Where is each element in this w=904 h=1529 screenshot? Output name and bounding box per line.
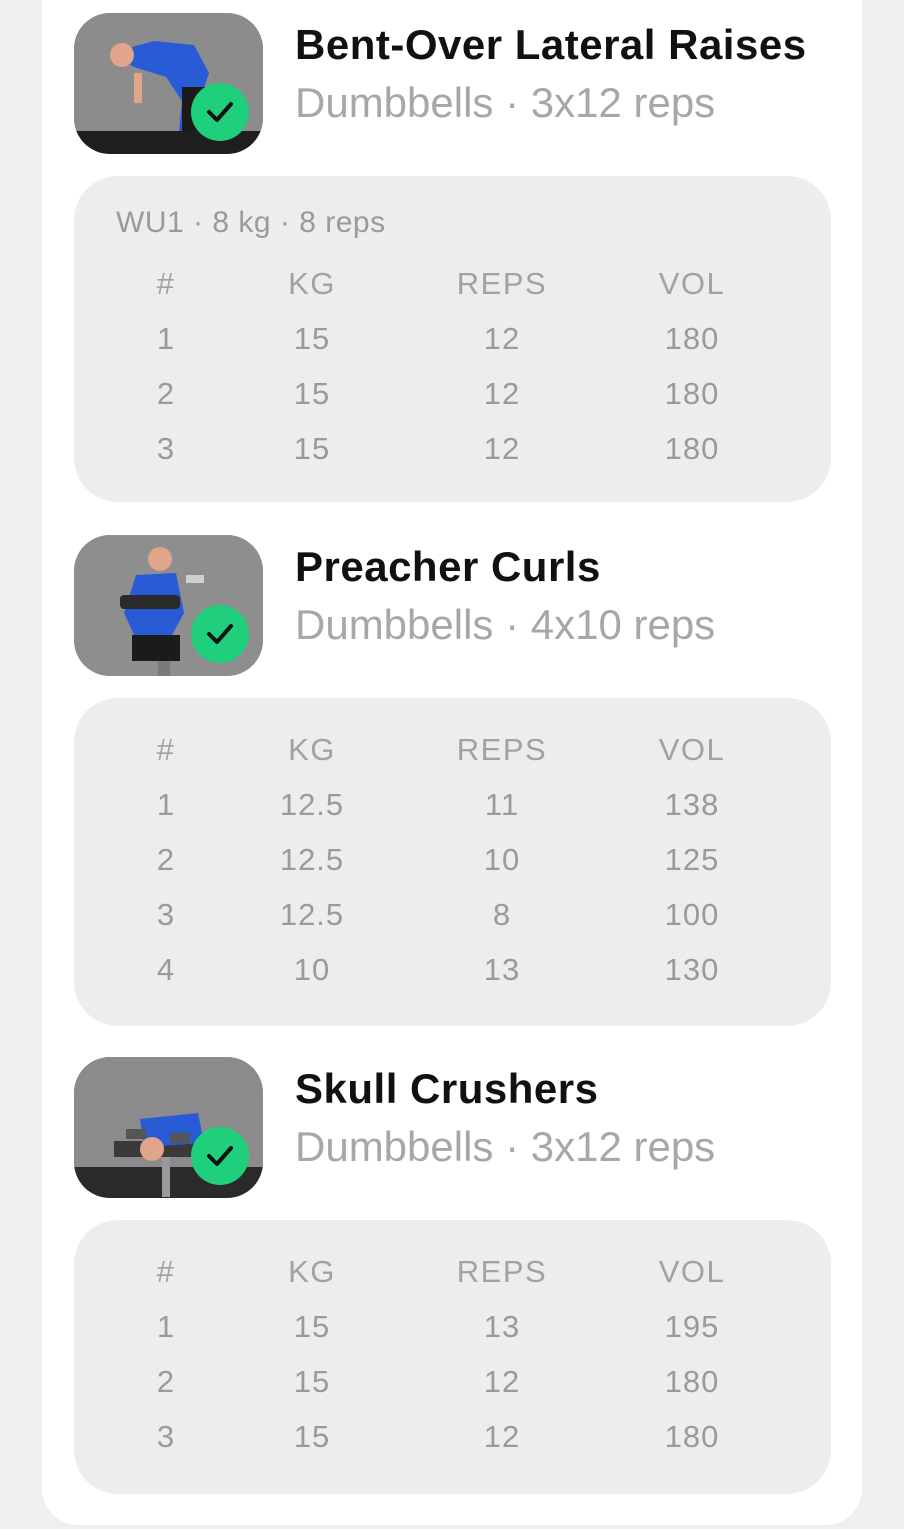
exercise-subtitle: Dumbbells · 3x12 reps [295, 1123, 716, 1170]
exercise-thumbnail[interactable] [74, 535, 263, 676]
table-header-row: # KG REPS VOL [74, 732, 831, 772]
set-kg: 15 [293, 1309, 331, 1344]
set-reps: 12 [483, 431, 521, 466]
exercise-title: Preacher Curls [295, 543, 601, 590]
header-volume: VOL [658, 266, 726, 301]
set-reps: 13 [483, 1309, 521, 1344]
table-row: 2 12.5 10 125 [74, 842, 831, 882]
exercise-block: Bent-Over Lateral Raises Dumbbells · 3x1… [74, 13, 831, 502]
completed-check-badge [191, 83, 249, 141]
header-reps: REPS [456, 732, 548, 767]
set-kg: 10 [293, 952, 331, 987]
sets-table: # KG REPS VOL 1 12.5 11 138 2 12.5 10 12… [74, 698, 831, 1026]
set-volume: 195 [664, 1309, 720, 1344]
exercise-thumbnail[interactable] [74, 13, 263, 154]
set-reps: 12 [483, 1419, 521, 1454]
set-reps: 12 [483, 321, 521, 356]
table-row: 1 12.5 11 138 [74, 787, 831, 827]
table-row: 3 15 12 180 [74, 1419, 831, 1459]
set-volume: 180 [664, 1364, 720, 1399]
sets-table: WU1 · 8 kg · 8 reps # KG REPS VOL 1 15 1… [74, 176, 831, 502]
set-volume: 180 [664, 1419, 720, 1454]
header-reps: REPS [456, 1254, 548, 1289]
completed-check-badge [191, 1127, 249, 1185]
set-volume: 100 [664, 897, 720, 932]
header-reps: REPS [456, 266, 548, 301]
exercise-thumbnail[interactable] [74, 1057, 263, 1198]
set-volume: 138 [664, 787, 720, 822]
exercise-header[interactable]: Bent-Over Lateral Raises Dumbbells · 3x1… [74, 13, 831, 158]
table-header-row: # KG REPS VOL [74, 1254, 831, 1294]
exercise-title: Skull Crushers [295, 1065, 599, 1112]
set-reps: 10 [483, 842, 521, 877]
table-row: 1 15 12 180 [74, 321, 831, 361]
header-volume: VOL [658, 732, 726, 767]
exercise-block: Skull Crushers Dumbbells · 3x12 reps # K… [74, 1057, 831, 1494]
table-row: 3 15 12 180 [74, 431, 831, 471]
warmup-set-label: WU1 · 8 kg · 8 reps [116, 206, 386, 239]
exercise-subtitle: Dumbbells · 3x12 reps [295, 79, 716, 126]
set-kg: 15 [293, 1419, 331, 1454]
set-volume: 180 [664, 376, 720, 411]
set-reps: 12 [483, 376, 521, 411]
set-volume: 180 [664, 321, 720, 356]
exercise-block: Preacher Curls Dumbbells · 4x10 reps # K… [74, 535, 831, 1026]
header-kg: KG [288, 1254, 336, 1289]
exercise-header[interactable]: Skull Crushers Dumbbells · 3x12 reps [74, 1057, 831, 1202]
set-volume: 180 [664, 431, 720, 466]
set-kg: 15 [293, 431, 331, 466]
set-reps: 13 [483, 952, 521, 987]
set-kg: 15 [293, 321, 331, 356]
table-row: 3 12.5 8 100 [74, 897, 831, 937]
header-kg: KG [288, 266, 336, 301]
table-row: 1 15 13 195 [74, 1309, 831, 1349]
exercise-subtitle: Dumbbells · 4x10 reps [295, 601, 716, 648]
header-volume: VOL [658, 1254, 726, 1289]
set-reps: 11 [484, 787, 520, 822]
table-header-row: # KG REPS VOL [74, 266, 831, 306]
set-kg: 12.5 [279, 897, 345, 932]
set-kg: 15 [293, 1364, 331, 1399]
set-volume: 125 [664, 842, 720, 877]
exercise-title: Bent-Over Lateral Raises [295, 21, 807, 68]
set-reps: 12 [483, 1364, 521, 1399]
set-kg: 12.5 [279, 787, 345, 822]
exercise-header[interactable]: Preacher Curls Dumbbells · 4x10 reps [74, 535, 831, 680]
set-volume: 130 [664, 952, 720, 987]
table-row: 2 15 12 180 [74, 1364, 831, 1404]
set-reps: 8 [492, 897, 512, 932]
check-icon [207, 1146, 233, 1166]
set-kg: 15 [293, 376, 331, 411]
table-row: 2 15 12 180 [74, 376, 831, 416]
sets-table: # KG REPS VOL 1 15 13 195 2 15 12 180 3 … [74, 1220, 831, 1494]
check-icon [207, 624, 233, 644]
completed-check-badge [191, 605, 249, 663]
set-kg: 12.5 [279, 842, 345, 877]
check-icon [207, 102, 233, 122]
header-kg: KG [288, 732, 336, 767]
table-row: 4 10 13 130 [74, 952, 831, 992]
